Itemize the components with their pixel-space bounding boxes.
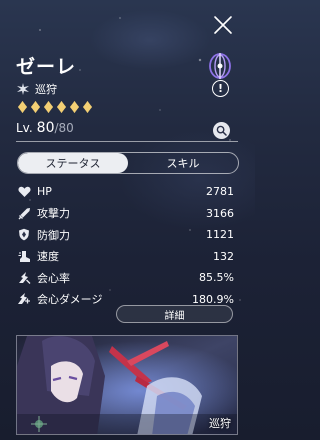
crit-rate-icon (16, 270, 32, 286)
rank-diamond-icon (70, 101, 79, 113)
level-value: 80 (36, 120, 55, 136)
boot-icon (16, 248, 32, 264)
character-name: ゼーレ (16, 56, 77, 78)
sword-icon (16, 205, 32, 221)
stat-row-crit-rate: 会心率 85.5% (16, 267, 238, 289)
stat-name: 防御力 (37, 228, 70, 242)
level-divider (16, 141, 238, 142)
exclamation-icon: ! (217, 82, 224, 95)
stat-name: HP (37, 185, 52, 199)
level-max: /80 (54, 121, 74, 135)
stat-value: 3166 (206, 206, 234, 220)
close-icon (214, 16, 232, 34)
level-display: Lv. 80 /80 (16, 120, 74, 136)
tab-bar: ステータス スキル (17, 152, 239, 174)
path-label: 巡狩 (35, 83, 57, 96)
light-cone-path-label: 巡狩 (209, 417, 231, 430)
rank-diamond-icon (57, 101, 66, 113)
rank-stars (18, 101, 92, 113)
tab-skills[interactable]: スキル (128, 153, 238, 173)
magnifier-icon (216, 125, 227, 136)
quantum-element-icon (207, 51, 233, 81)
path-row: 巡狩 (16, 80, 57, 98)
stat-value: 132 (213, 249, 234, 263)
stat-name: 会心率 (37, 271, 70, 285)
stat-row-speed: 速度 132 (16, 246, 238, 268)
stats-list: HP 2781 攻撃力 3166 防御力 1121 速度 132 会心率 85.… (16, 181, 238, 310)
stat-name: 速度 (37, 250, 59, 264)
level-prefix: Lv. (16, 121, 33, 135)
stat-value: 1121 (206, 228, 234, 242)
rank-diamond-icon (83, 101, 92, 113)
light-cone-card[interactable]: 巡狩 (16, 335, 238, 435)
rank-diamond-icon (18, 101, 27, 113)
rank-diamond-icon (44, 101, 53, 113)
detail-button[interactable]: 詳細 (116, 305, 233, 323)
stat-row-defense: 防御力 1121 (16, 224, 238, 246)
hunt-path-icon (17, 83, 29, 95)
crit-damage-icon (16, 291, 32, 307)
light-cone-artwork (17, 336, 237, 434)
stat-row-hp: HP 2781 (16, 181, 238, 203)
shield-icon (16, 227, 32, 243)
level-search-button[interactable] (213, 122, 230, 139)
rank-diamond-icon (31, 101, 40, 113)
stat-value: 85.5% (199, 271, 234, 285)
close-button[interactable] (210, 12, 236, 38)
heart-icon (16, 184, 32, 200)
stat-row-attack: 攻撃力 3166 (16, 203, 238, 225)
tab-status[interactable]: ステータス (18, 153, 128, 173)
stat-name: 攻撃力 (37, 207, 70, 221)
stat-value: 2781 (206, 185, 234, 199)
stat-value: 180.9% (192, 292, 234, 306)
info-button[interactable]: ! (212, 80, 229, 97)
